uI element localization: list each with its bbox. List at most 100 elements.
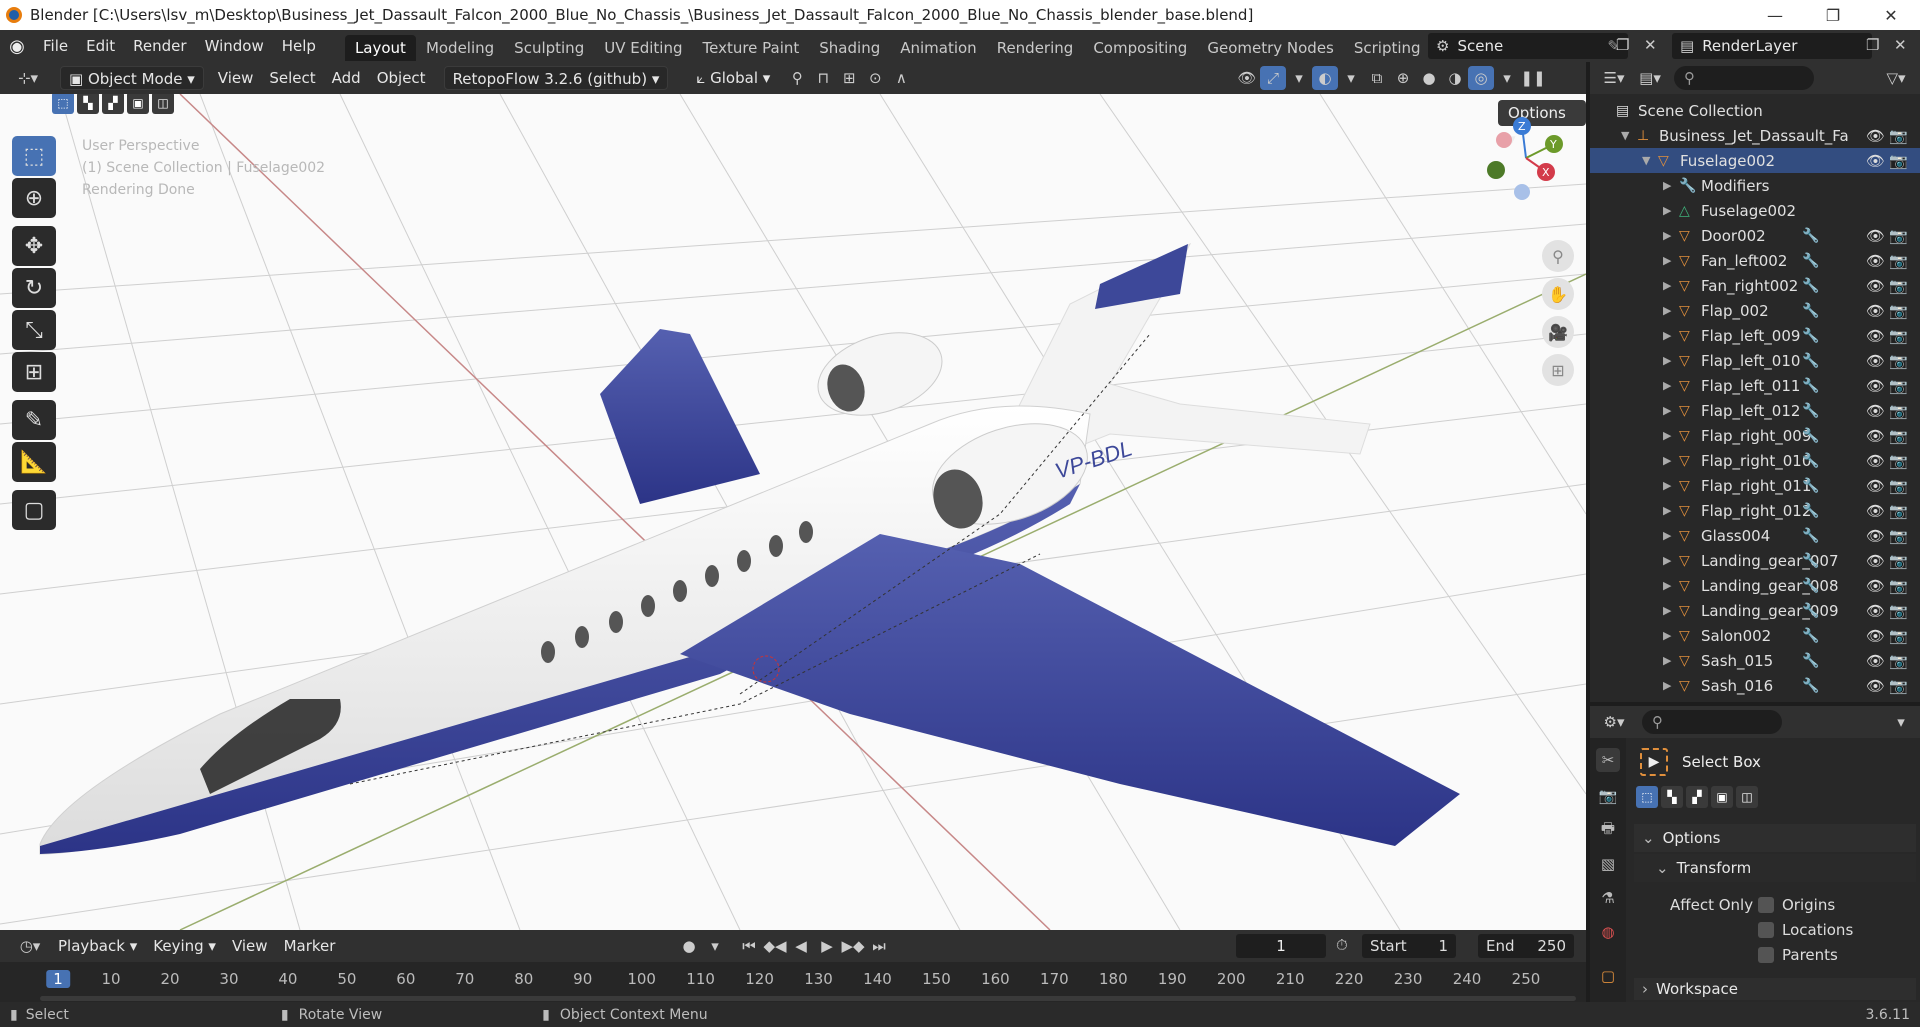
expand-down-icon[interactable]: ▼ xyxy=(1642,154,1650,167)
select-box-tool-icon[interactable]: ⬚ xyxy=(12,136,56,176)
tool-tab-icon[interactable]: ✂ xyxy=(1596,748,1620,772)
editor-type-icon[interactable]: ⊹▾ xyxy=(8,66,48,90)
delete-layer-icon[interactable]: ✕ xyxy=(1894,36,1907,54)
jump-start-icon[interactable]: ⏮ xyxy=(736,934,762,958)
camera-icon[interactable]: 📷 xyxy=(1889,602,1908,620)
expand-right-icon[interactable]: ▶ xyxy=(1663,329,1671,342)
measure-tool-icon[interactable]: 📐 xyxy=(12,442,56,482)
retopoflow-dropdown[interactable]: RetopoFlow 3.2.6 (github) ▾ xyxy=(443,66,669,90)
properties-options-icon[interactable]: ▾ xyxy=(1888,710,1914,734)
modifier-icon[interactable]: 🔧 xyxy=(1802,303,1819,319)
outliner-fuselage-object[interactable]: ▼ ▽ Fuselage002 👁 📷 xyxy=(1590,148,1920,173)
workspace-panel-header[interactable]: › Workspace xyxy=(1634,978,1916,1000)
marker-menu[interactable]: Marker xyxy=(276,937,344,955)
expand-right-icon[interactable]: ▶ xyxy=(1663,479,1671,492)
menu-render[interactable]: Render xyxy=(124,30,195,62)
gizmo-dropdown-icon[interactable]: ▾ xyxy=(1286,66,1312,90)
modifier-icon[interactable]: 🔧 xyxy=(1802,428,1819,444)
expand-right-icon[interactable]: ▶ xyxy=(1663,579,1671,592)
camera-icon[interactable]: 📷 xyxy=(1889,527,1908,545)
camera-icon[interactable]: 📷 xyxy=(1889,377,1908,395)
outliner-item[interactable]: ▶ ▽ Flap_left_010 🔧 👁 📷 xyxy=(1590,348,1920,373)
tool-mode-new-icon[interactable]: ⬚ xyxy=(1636,786,1658,808)
play-icon[interactable]: ▶ xyxy=(814,934,840,958)
expand-right-icon[interactable]: ▶ xyxy=(1663,554,1671,567)
new-scene-icon[interactable]: ❐ xyxy=(1616,36,1629,54)
eye-icon[interactable]: 👁 xyxy=(1866,152,1885,170)
eye-icon[interactable]: 👁 xyxy=(1866,327,1885,345)
timeline-view-menu[interactable]: View xyxy=(224,937,276,955)
outliner-item[interactable]: ▶ ▽ Glass004 🔧 👁 📷 xyxy=(1590,523,1920,548)
xray-icon[interactable]: ⧉ xyxy=(1364,66,1390,90)
start-frame-field[interactable]: Start 1 xyxy=(1362,934,1456,958)
eye-icon[interactable]: 👁 xyxy=(1866,277,1885,295)
outliner-item[interactable]: ▶ ▽ Salon002 🔧 👁 📷 xyxy=(1590,623,1920,648)
camera-icon[interactable]: 📷 xyxy=(1889,552,1908,570)
prev-keyframe-icon[interactable]: ◆◀ xyxy=(762,934,788,958)
annotate-tool-icon[interactable]: ✎ xyxy=(12,400,56,440)
play-reverse-icon[interactable]: ◀ xyxy=(788,934,814,958)
outliner-item[interactable]: ▶ ▽ Landing_gear_008 🔧 👁 📷 xyxy=(1590,573,1920,598)
view-layer-tab-icon[interactable]: ▧ xyxy=(1596,852,1620,876)
gizmo-toggle-icon[interactable]: ⤢ xyxy=(1260,66,1286,90)
camera-icon[interactable]: 📷 xyxy=(1889,227,1908,245)
zoom-icon[interactable]: ⚲ xyxy=(1542,240,1574,272)
expand-right-icon[interactable]: ▶ xyxy=(1663,629,1671,642)
eye-icon[interactable]: 👁 xyxy=(1866,577,1885,595)
outliner-item[interactable]: ▶ ▽ Fan_right002 🔧 👁 📷 xyxy=(1590,273,1920,298)
eye-icon[interactable]: 👁 xyxy=(1866,377,1885,395)
overlay-toggle-icon[interactable]: ◐ xyxy=(1312,66,1338,90)
select-intersect-icon[interactable]: ◫ xyxy=(152,94,174,114)
camera-icon[interactable]: 📷 xyxy=(1889,502,1908,520)
filter-icon[interactable]: ▽▾ xyxy=(1878,66,1914,90)
tab-shading[interactable]: Shading xyxy=(809,35,890,61)
expand-right-icon[interactable]: ▶ xyxy=(1663,504,1671,517)
expand-right-icon[interactable]: ▶ xyxy=(1663,529,1671,542)
eye-icon[interactable]: 👁 xyxy=(1866,452,1885,470)
eye-icon[interactable]: 👁 xyxy=(1866,127,1885,145)
frame-ruler[interactable]: 1 10 20 30 40 50 60 70 80 90 100 110 120 130 140 150 160… xyxy=(0,968,1586,992)
rendered-shading-icon[interactable]: ◎ xyxy=(1468,66,1494,90)
scale-tool-icon[interactable]: ⤡ xyxy=(12,310,56,350)
outliner-modifiers[interactable]: ▶ 🔧 Modifiers xyxy=(1590,173,1920,198)
expand-right-icon[interactable]: ▶ xyxy=(1663,654,1671,667)
outliner-item[interactable]: ▶ ▽ Sash_016 🔧 👁 📷 xyxy=(1590,673,1920,698)
expand-right-icon[interactable]: ▶ xyxy=(1663,604,1671,617)
outliner-item[interactable]: ▶ ▽ Flap_left_011 🔧 👁 📷 xyxy=(1590,373,1920,398)
camera-icon[interactable]: 📷 xyxy=(1889,277,1908,295)
mode-dropdown[interactable]: ▣ Object Mode ▾ xyxy=(60,66,204,90)
origins-checkbox[interactable]: Origins xyxy=(1758,896,1835,914)
visibility-icon[interactable]: 👁 xyxy=(1234,66,1260,90)
outliner-mesh-data[interactable]: ▶ △ Fuselage002 xyxy=(1590,198,1920,223)
menu-select[interactable]: Select xyxy=(261,69,323,87)
modifier-icon[interactable]: 🔧 xyxy=(1802,503,1819,519)
tab-scripting[interactable]: Scripting xyxy=(1344,35,1431,61)
expand-right-icon[interactable]: ▶ xyxy=(1663,429,1671,442)
expand-down-icon[interactable]: ▼ xyxy=(1621,129,1629,142)
tool-mode-extend-icon[interactable]: ▚ xyxy=(1661,786,1683,808)
close-button[interactable]: ✕ xyxy=(1862,0,1920,30)
eye-icon[interactable]: 👁 xyxy=(1866,602,1885,620)
eye-icon[interactable]: 👁 xyxy=(1866,652,1885,670)
modifier-icon[interactable]: 🔧 xyxy=(1802,553,1819,569)
modifier-icon[interactable]: 🔧 xyxy=(1802,578,1819,594)
timeline-scrollbar[interactable] xyxy=(40,996,1576,1001)
modifier-icon[interactable]: 🔧 xyxy=(1802,653,1819,669)
eye-icon[interactable]: 👁 xyxy=(1866,352,1885,370)
modifier-icon[interactable]: 🔧 xyxy=(1802,253,1819,269)
modifier-icon[interactable]: 🔧 xyxy=(1802,278,1819,294)
playback-dropdown[interactable]: Playback ▾ xyxy=(50,937,145,955)
expand-right-icon[interactable]: ▶ xyxy=(1663,179,1671,192)
tab-compositing[interactable]: Compositing xyxy=(1083,35,1197,61)
camera-icon[interactable]: 📷 xyxy=(1889,152,1908,170)
outliner-scene-collection[interactable]: ▤ Scene Collection xyxy=(1590,98,1920,123)
outliner-item[interactable]: ▶ ▽ Flap_left_012 🔧 👁 📷 xyxy=(1590,398,1920,423)
locations-checkbox[interactable]: Locations xyxy=(1758,921,1853,939)
current-frame-field[interactable]: 1 xyxy=(1236,934,1326,958)
next-keyframe-icon[interactable]: ▶◆ xyxy=(840,934,866,958)
menu-object[interactable]: Object xyxy=(369,69,434,87)
camera-icon[interactable]: 📷 xyxy=(1889,427,1908,445)
snap-icon[interactable]: ⊓ xyxy=(810,66,836,90)
modifier-icon[interactable]: 🔧 xyxy=(1802,403,1819,419)
expand-right-icon[interactable]: ▶ xyxy=(1663,354,1671,367)
